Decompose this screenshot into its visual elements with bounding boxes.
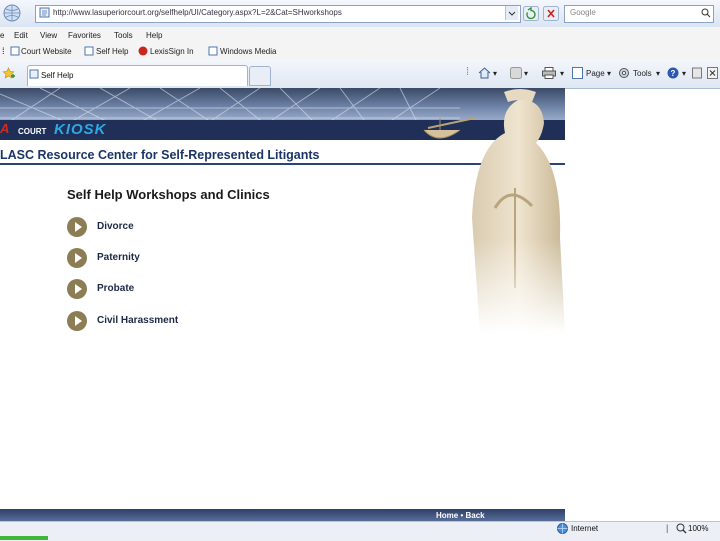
status-separator-icon: | — [666, 523, 669, 533]
internet-globe-icon — [557, 523, 568, 534]
feeds-icon[interactable] — [510, 67, 522, 79]
windows-media-icon — [208, 46, 218, 56]
logo-kiosk: KIOSK — [54, 121, 107, 138]
toolbar-grip-icon: ⁞ — [466, 66, 470, 78]
court-website-icon — [10, 46, 20, 56]
play-arrow-icon — [67, 279, 87, 299]
research-icon[interactable] — [692, 67, 702, 79]
menu-file[interactable]: e — [0, 31, 4, 40]
link-windows-media[interactable]: Windows Media — [220, 47, 276, 56]
search-icon[interactable] — [701, 8, 711, 18]
page-icon — [29, 69, 39, 79]
lexis-icon — [138, 46, 148, 56]
home-icon[interactable] — [478, 67, 491, 79]
chevron-down-icon — [508, 11, 516, 16]
address-text[interactable]: http://www.lasuperiorcourt.org/selfhelp/… — [53, 8, 342, 17]
zoom-icon — [676, 523, 687, 534]
page-icon — [39, 7, 50, 18]
logo-court: COURT — [18, 127, 47, 136]
favorites-star-icon[interactable] — [2, 67, 15, 80]
print-dropdown-icon[interactable]: ▾ — [560, 69, 564, 78]
workshop-label: Civil Harassment — [97, 315, 179, 326]
taskbar-start-strip — [0, 536, 48, 540]
link-court-website[interactable]: Court Website — [21, 47, 72, 56]
back-globe-icon[interactable] — [2, 3, 22, 23]
stop-icon[interactable] — [543, 6, 559, 21]
help-icon[interactable]: ? — [667, 67, 679, 79]
zoom-level[interactable]: 100% — [688, 524, 708, 533]
page-menu-dropdown-icon[interactable]: ▾ — [607, 69, 611, 78]
help-dropdown-icon[interactable]: ▾ — [682, 69, 686, 78]
page-menu-icon — [572, 67, 583, 79]
play-arrow-icon — [67, 248, 87, 268]
play-arrow-icon — [67, 311, 87, 331]
status-bar — [0, 521, 720, 541]
page-heading: Self Help Workshops and Clinics — [67, 187, 270, 202]
feeds-dropdown-icon[interactable]: ▾ — [524, 69, 528, 78]
tools-menu-dropdown-icon[interactable]: ▾ — [656, 69, 660, 78]
tab-label: Self Help — [41, 71, 74, 80]
site-subtitle: LASC Resource Center for Self-Represente… — [0, 148, 320, 162]
workshop-label: Probate — [97, 283, 135, 294]
menu-help[interactable]: Help — [146, 31, 162, 40]
page-menu-button[interactable]: Page — [586, 69, 605, 78]
search-placeholder: Google — [570, 8, 596, 17]
menu-tools[interactable]: Tools — [114, 31, 133, 40]
tools-menu-button[interactable]: Tools — [633, 69, 652, 78]
play-arrow-icon — [67, 217, 87, 237]
print-icon[interactable] — [542, 67, 556, 79]
menu-view[interactable]: View — [40, 31, 57, 40]
refresh-icon[interactable] — [523, 6, 539, 21]
security-zone: Internet — [571, 524, 599, 533]
self-help-link-icon — [84, 46, 94, 56]
menu-bar — [0, 27, 720, 43]
close-icon[interactable] — [707, 67, 718, 79]
menu-favorites[interactable]: Favorites — [68, 31, 101, 40]
gear-icon — [619, 68, 629, 78]
link-lexis-sign-in[interactable]: LexisSign In — [150, 47, 194, 56]
menu-edit[interactable]: Edit — [14, 31, 28, 40]
address-dropdown-button[interactable] — [505, 6, 518, 20]
new-tab-button[interactable] — [249, 66, 271, 86]
workshop-label: Divorce — [97, 221, 134, 232]
workshop-label: Paternity — [97, 252, 140, 263]
footer-nav-text[interactable]: Home • Back — [436, 511, 485, 520]
svg-text:?: ? — [671, 69, 676, 78]
justice-statue-image — [420, 89, 565, 333]
link-self-help[interactable]: Self Help — [96, 47, 128, 56]
home-dropdown-icon[interactable]: ▾ — [493, 69, 497, 78]
links-separator-icon: ⁞ — [2, 46, 5, 56]
logo-a: A — [0, 121, 10, 136]
